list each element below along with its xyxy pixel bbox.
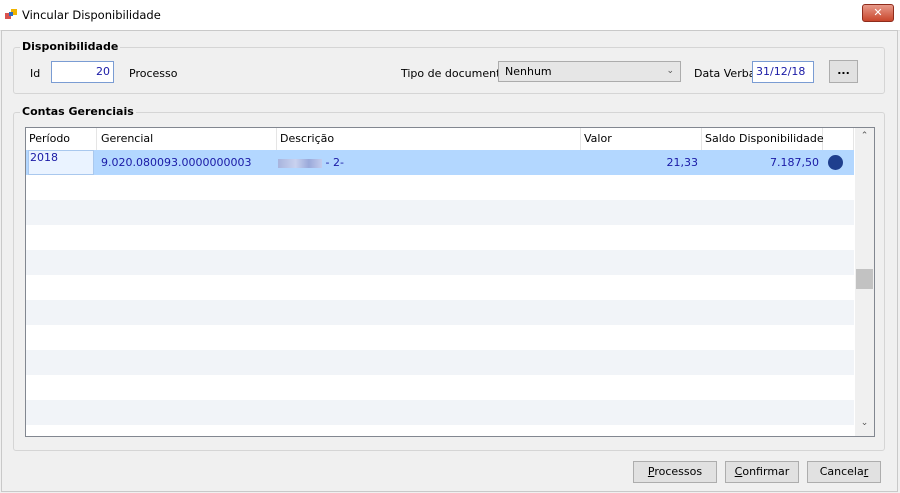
cell-saldo[interactable]: 7.187,50 bbox=[702, 150, 823, 175]
scroll-up-icon[interactable]: ⌃ bbox=[855, 131, 874, 141]
column-header-status bbox=[823, 128, 854, 150]
processo-label: Processo bbox=[129, 67, 178, 80]
cell-descricao-text: - 2- bbox=[325, 156, 344, 169]
column-header-descricao[interactable]: Descrição bbox=[277, 128, 581, 150]
close-icon: ✕ bbox=[873, 6, 883, 19]
contas-grid[interactable]: Período Gerencial Descrição Valor Saldo … bbox=[25, 127, 875, 437]
scroll-thumb[interactable] bbox=[856, 269, 873, 289]
chevron-down-icon: ⌄ bbox=[666, 66, 674, 76]
close-button[interactable]: ✕ bbox=[862, 4, 894, 22]
window-title: Vincular Disponibilidade bbox=[22, 8, 161, 22]
empty-row bbox=[26, 250, 854, 275]
grid-header: Período Gerencial Descrição Valor Saldo … bbox=[26, 128, 854, 151]
disponibilidade-legend: Disponibilidade bbox=[20, 40, 121, 53]
empty-row bbox=[26, 275, 854, 300]
data-verba-input[interactable]: 31/12/18 bbox=[752, 61, 814, 83]
contas-gerenciais-legend: Contas Gerenciais bbox=[20, 105, 136, 118]
cell-descricao[interactable]: - 2- bbox=[278, 150, 581, 175]
redacted-text bbox=[278, 158, 322, 168]
data-verba-label: Data Verba bbox=[694, 67, 756, 80]
processos-button[interactable]: Processos bbox=[633, 461, 717, 483]
id-label: Id bbox=[30, 67, 41, 80]
id-input[interactable]: 20 bbox=[51, 61, 114, 83]
tipo-documento-value: Nenhum bbox=[505, 65, 552, 78]
table-row[interactable]: 2018 9.020.080093.0000000003 - 2- 21,33 … bbox=[26, 150, 854, 175]
scroll-down-icon[interactable]: ⌄ bbox=[855, 418, 874, 428]
ellipsis-button[interactable]: ... bbox=[829, 60, 858, 83]
confirmar-button[interactable]: Confirmar bbox=[725, 461, 799, 483]
empty-row bbox=[26, 375, 854, 400]
empty-row bbox=[26, 175, 854, 200]
status-dot-icon bbox=[828, 155, 843, 170]
cancelar-button[interactable]: Cancelar bbox=[807, 461, 881, 483]
column-header-gerencial[interactable]: Gerencial bbox=[98, 128, 277, 150]
empty-row bbox=[26, 400, 854, 425]
cell-periodo[interactable]: 2018 bbox=[28, 150, 94, 175]
app-icon bbox=[5, 9, 17, 19]
empty-row bbox=[26, 350, 854, 375]
empty-row bbox=[26, 325, 854, 350]
cell-gerencial[interactable]: 9.020.080093.0000000003 bbox=[101, 150, 277, 175]
column-header-saldo[interactable]: Saldo Disponibilidade bbox=[702, 128, 824, 150]
vertical-scrollbar[interactable]: ⌃ ⌄ bbox=[855, 128, 874, 436]
empty-row bbox=[26, 300, 854, 325]
empty-row bbox=[26, 200, 854, 225]
tipo-documento-select[interactable]: Nenhum ⌄ bbox=[498, 61, 681, 82]
column-header-valor[interactable]: Valor bbox=[581, 128, 702, 150]
tipo-documento-label: Tipo de documento bbox=[401, 67, 508, 80]
empty-row bbox=[26, 225, 854, 250]
column-header-periodo[interactable]: Período bbox=[26, 128, 97, 150]
cell-valor[interactable]: 21,33 bbox=[581, 150, 702, 175]
title-bar: Vincular Disponibilidade ✕ bbox=[0, 0, 900, 31]
